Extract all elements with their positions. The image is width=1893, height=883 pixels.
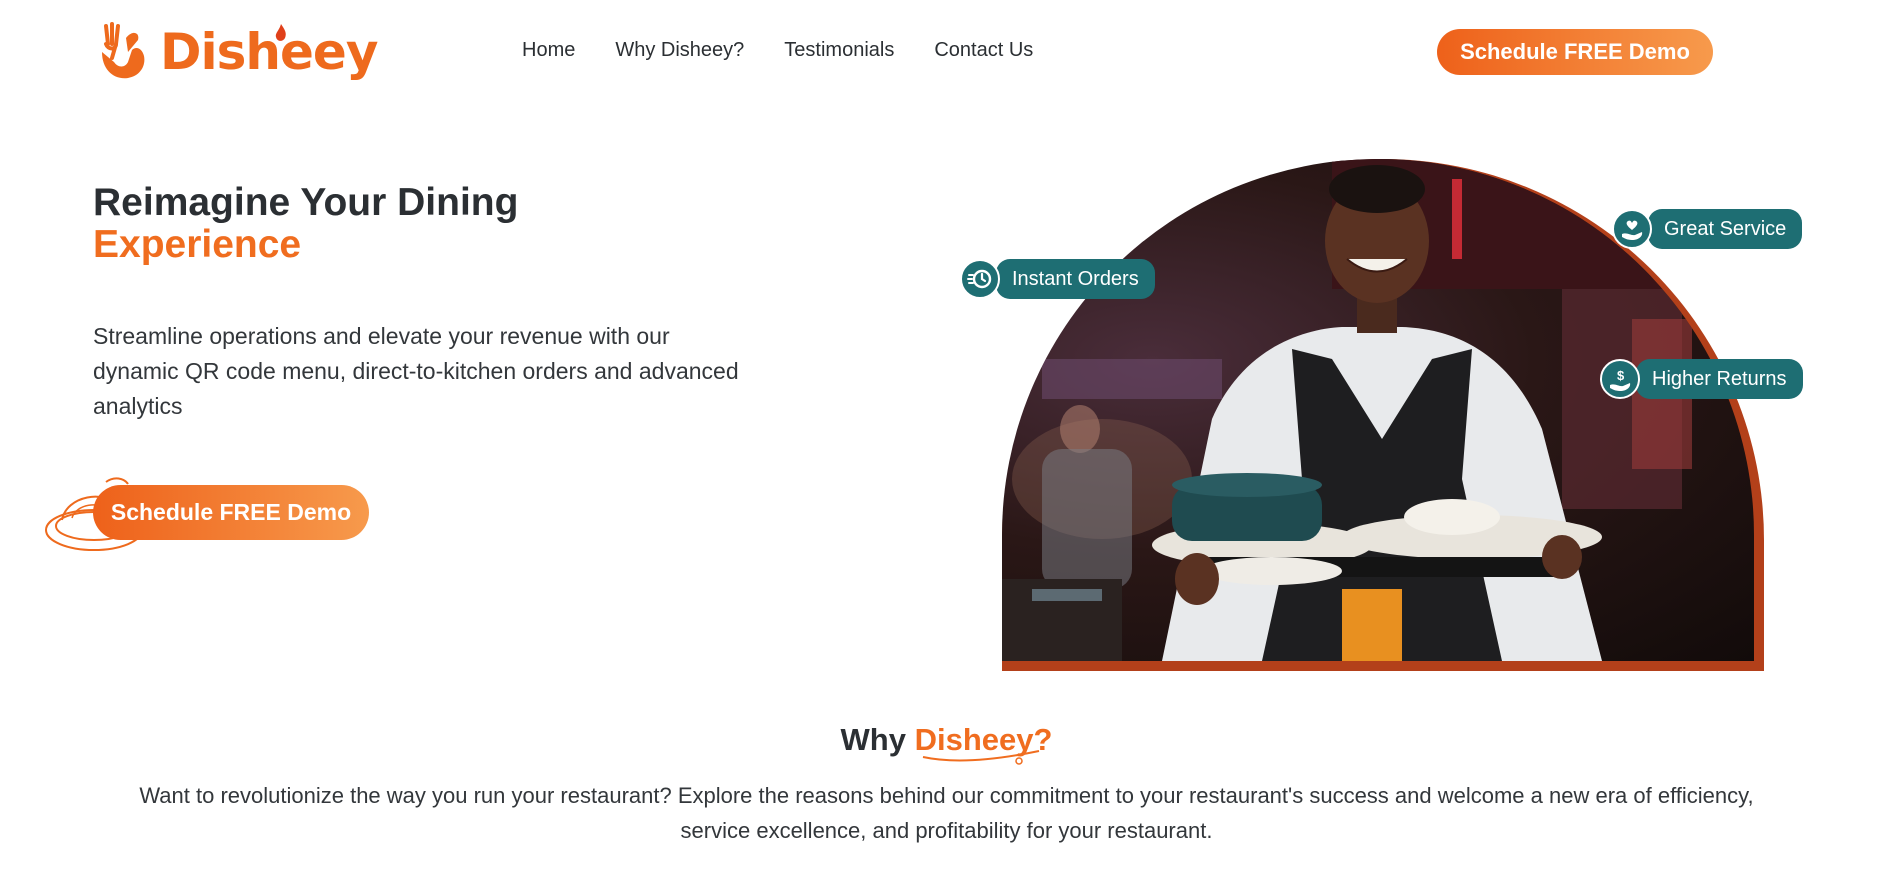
hero-title: Reimagine Your Dining Experience bbox=[93, 182, 518, 266]
badge-label: Instant Orders bbox=[996, 259, 1155, 299]
header-schedule-demo-button[interactable]: Schedule FREE Demo bbox=[1437, 29, 1713, 75]
nav-contact-us[interactable]: Contact Us bbox=[934, 39, 1033, 62]
brand-logo[interactable]: Disheey bbox=[92, 18, 378, 86]
badge-instant-orders: Instant Orders bbox=[960, 259, 1155, 299]
clock-icon bbox=[960, 259, 1000, 299]
badge-higher-returns: $ Higher Returns bbox=[1600, 359, 1803, 399]
badge-label: Higher Returns bbox=[1636, 359, 1803, 399]
hero-schedule-demo-button[interactable]: Schedule FREE Demo bbox=[93, 485, 369, 540]
why-section-description: Want to revolutionize the way you run yo… bbox=[139, 783, 1754, 843]
badge-great-service: Great Service bbox=[1612, 209, 1803, 249]
nav-testimonials[interactable]: Testimonials bbox=[784, 39, 894, 62]
logo-mark-icon bbox=[102, 22, 145, 79]
flame-icon bbox=[275, 24, 286, 41]
nav-home[interactable]: Home bbox=[522, 39, 575, 62]
hero-title-accent: Experience bbox=[93, 223, 302, 266]
heart-hand-icon bbox=[1612, 209, 1652, 249]
hero-description: Streamline operations and elevate your r… bbox=[93, 323, 739, 419]
money-hand-icon: $ bbox=[1600, 359, 1640, 399]
swoosh-underline-icon bbox=[922, 750, 1040, 765]
main-nav: Home Why Disheey? Testimonials Contact U… bbox=[522, 39, 1033, 62]
badge-label: Great Service bbox=[1648, 209, 1803, 249]
svg-text:$: $ bbox=[1617, 368, 1625, 383]
hero-title-line1: Reimagine Your Dining bbox=[93, 181, 519, 224]
why-title-prefix: Why bbox=[840, 722, 906, 757]
brand-name: Disheey bbox=[160, 23, 378, 81]
nav-why-disheey[interactable]: Why Disheey? bbox=[615, 39, 744, 62]
